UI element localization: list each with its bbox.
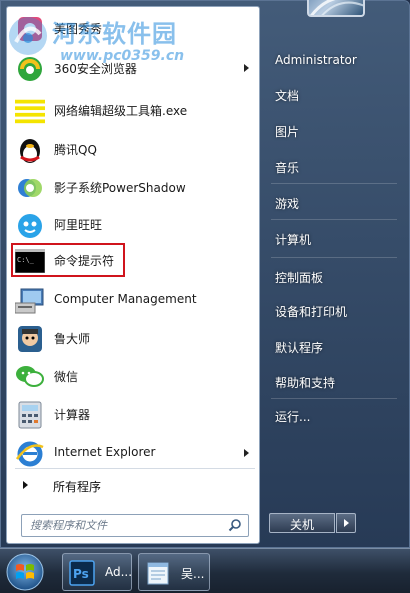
program-label: 360安全浏览器 <box>54 62 137 76</box>
powershadow-icon <box>15 173 45 203</box>
program-label: 美图秀秀 <box>54 22 103 36</box>
right-item-label: 控制面板 <box>275 271 324 285</box>
notepad-icon <box>147 562 169 585</box>
program-label: Internet Explorer <box>54 445 156 459</box>
program-item-internet-explorer[interactable]: Internet Explorer <box>9 436 259 472</box>
separator <box>271 398 397 399</box>
right-item-label: 设备和打印机 <box>275 305 348 319</box>
taskbar-item-notepad[interactable]: 吴... <box>138 553 210 591</box>
right-item-label: 默认程序 <box>275 341 324 355</box>
program-item-computer-management[interactable]: Computer Management <box>9 283 259 319</box>
toolbox-icon <box>15 96 45 126</box>
right-item-devices-printers[interactable]: 设备和打印机 <box>269 299 397 323</box>
right-item-default-programs[interactable]: 默认程序 <box>269 335 397 359</box>
right-item-label: 运行... <box>275 410 311 424</box>
programs-panel: 美图秀秀 360安全浏览器 网络编辑超级工具箱.exe 腾讯QQ 影子系统Pow… <box>6 6 260 544</box>
calculator-icon <box>15 400 45 430</box>
program-item-aliwangwang[interactable]: 阿里旺旺 <box>9 207 259 243</box>
submenu-arrow-icon[interactable] <box>244 449 249 457</box>
right-item-user[interactable]: Administrator <box>269 49 397 73</box>
right-item-label: 帮助和支持 <box>275 376 336 390</box>
separator <box>271 219 397 220</box>
right-item-documents[interactable]: 文档 <box>269 83 397 107</box>
ludashi-icon <box>15 324 45 354</box>
right-item-label: 计算机 <box>275 233 312 247</box>
all-programs-button[interactable]: 所有程序 <box>9 473 259 499</box>
search-box[interactable] <box>21 514 249 537</box>
start-menu: 美图秀秀 360安全浏览器 网络编辑超级工具箱.exe 腾讯QQ 影子系统Pow… <box>0 0 410 548</box>
program-label: 网络编辑超级工具箱.exe <box>54 104 188 118</box>
computer-management-icon <box>15 286 45 316</box>
start-orb-windows-icon[interactable] <box>5 552 45 592</box>
photoshop-icon: Ps <box>69 560 95 586</box>
program-label: Computer Management <box>54 292 197 306</box>
user-picture[interactable] <box>307 0 365 17</box>
wechat-icon <box>15 362 45 392</box>
search-icon[interactable] <box>228 518 242 532</box>
aliwangwang-icon <box>15 210 45 240</box>
right-item-label: 图片 <box>275 125 300 139</box>
taskbar-item-photoshop[interactable]: Ps Ad... <box>62 553 132 591</box>
search-input[interactable] <box>22 515 222 536</box>
program-item-360-browser[interactable]: 360安全浏览器 <box>9 51 259 87</box>
program-label: 微信 <box>54 370 79 384</box>
right-item-help-support[interactable]: 帮助和支持 <box>269 370 397 394</box>
taskbar: Ps Ad... 吴... <box>0 548 410 593</box>
user-name-label: Administrator <box>275 53 357 67</box>
shutdown-group: 关机 <box>269 513 357 533</box>
program-label: 鲁大师 <box>54 332 91 346</box>
right-item-run[interactable]: 运行... <box>269 404 397 428</box>
taskbar-item-label: Ad... <box>105 565 133 579</box>
program-label: 影子系统PowerShadow <box>54 181 186 195</box>
shutdown-label: 关机 <box>289 518 314 532</box>
right-item-computer[interactable]: 计算机 <box>269 227 397 251</box>
meitu-xiuxiu-icon <box>15 14 45 44</box>
highlight-annotation-box <box>11 243 125 277</box>
program-item-calculator[interactable]: 计算器 <box>9 397 259 433</box>
360-browser-icon <box>15 54 45 84</box>
right-item-label: 音乐 <box>275 161 300 175</box>
shutdown-button[interactable]: 关机 <box>269 513 335 533</box>
program-item-powershadow[interactable]: 影子系统PowerShadow <box>9 170 259 206</box>
svg-text:Ps: Ps <box>73 567 89 581</box>
right-item-music[interactable]: 音乐 <box>269 155 397 179</box>
program-item-toolbox[interactable]: 网络编辑超级工具箱.exe <box>9 93 259 129</box>
program-label: 腾讯QQ <box>54 143 97 157</box>
expand-arrow-icon <box>23 481 28 489</box>
program-item-ludashi[interactable]: 鲁大师 <box>9 321 259 357</box>
program-item-wechat[interactable]: 微信 <box>9 359 259 395</box>
program-item-meitu[interactable]: 美图秀秀 <box>9 11 259 47</box>
separator <box>271 257 397 258</box>
qq-penguin-icon <box>15 135 45 165</box>
chevron-right-icon <box>344 519 349 527</box>
separator <box>271 183 397 184</box>
shutdown-options-button[interactable] <box>336 513 356 533</box>
right-item-games[interactable]: 游戏 <box>269 191 397 215</box>
right-item-label: 游戏 <box>275 197 300 211</box>
taskbar-item-label: 吴... <box>181 567 205 581</box>
program-label: 计算器 <box>54 408 91 422</box>
internet-explorer-icon <box>15 439 45 469</box>
all-programs-label: 所有程序 <box>53 480 102 494</box>
submenu-arrow-icon[interactable] <box>244 64 249 72</box>
program-label: 阿里旺旺 <box>54 218 103 232</box>
program-item-qq[interactable]: 腾讯QQ <box>9 132 259 168</box>
right-item-label: 文档 <box>275 89 300 103</box>
right-item-pictures[interactable]: 图片 <box>269 119 397 143</box>
separator <box>15 468 255 469</box>
right-item-control-panel[interactable]: 控制面板 <box>269 265 397 289</box>
